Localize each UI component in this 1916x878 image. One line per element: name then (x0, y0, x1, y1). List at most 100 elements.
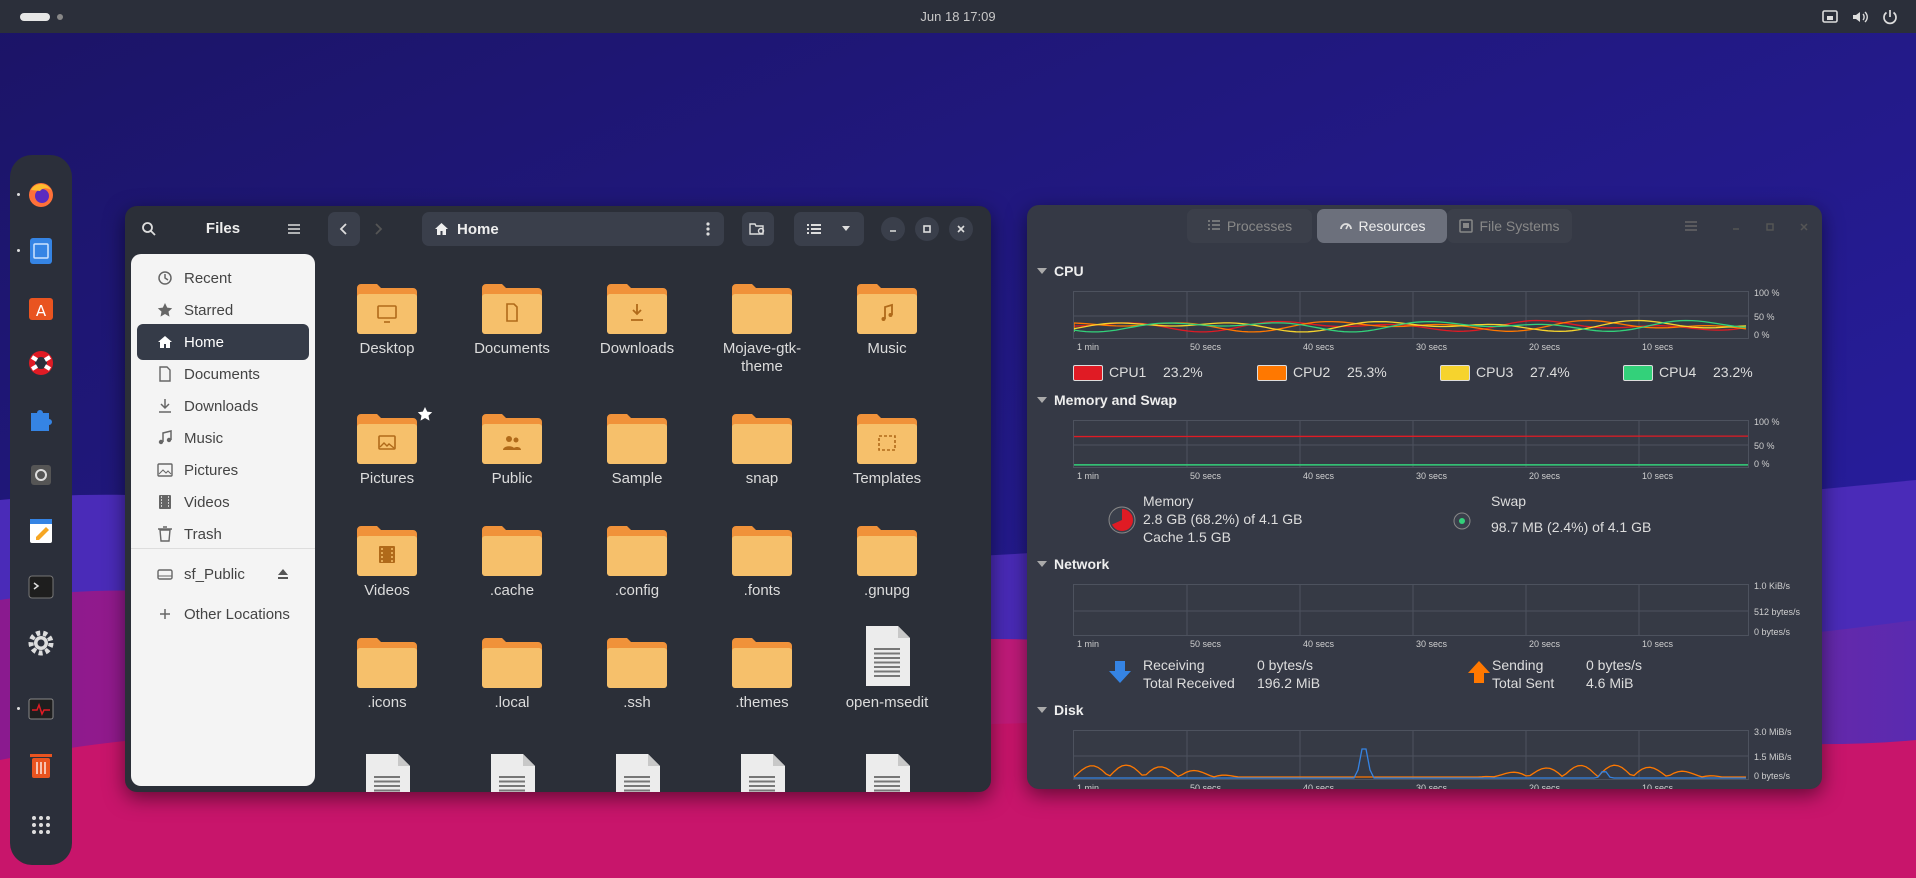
file-item-themes[interactable]: .themes (702, 636, 822, 712)
sidebar-item-label: Pictures (184, 461, 239, 479)
folder-icon (357, 284, 417, 334)
sidebar-item-music[interactable]: Music (137, 420, 309, 456)
sidebar-item-recent[interactable]: Recent (137, 260, 309, 296)
file-item-fonts[interactable]: .fonts (702, 524, 822, 600)
path-menu-button[interactable] (692, 212, 724, 246)
workspace-indicator[interactable] (57, 14, 63, 20)
cpu-color-swatch[interactable] (1073, 365, 1103, 381)
sidebar-item-sf-public[interactable]: sf_Public (137, 556, 309, 592)
file-item-partial[interactable] (327, 754, 447, 792)
file-item-partial[interactable] (577, 754, 697, 792)
sidebar-item-other-locations[interactable]: Other Locations (137, 596, 309, 632)
file-item-gnupg[interactable]: .gnupg (827, 524, 947, 600)
cpu-color-swatch[interactable] (1257, 365, 1287, 381)
sidebar-item-home[interactable]: Home (137, 324, 309, 360)
file-item-downloads[interactable]: Downloads (577, 282, 697, 358)
file-item-templates[interactable]: Templates (827, 412, 947, 488)
main-menu-button[interactable] (278, 212, 310, 246)
file-item-icons[interactable]: .icons (327, 636, 447, 712)
network-section-title[interactable]: Network (1036, 556, 1109, 572)
file-item-mojave-gtk-theme[interactable]: Mojave-gtk-theme (702, 282, 822, 376)
dock-files[interactable] (17, 233, 59, 269)
dock-firefox[interactable] (17, 177, 59, 213)
tab-processes[interactable]: Processes (1187, 209, 1312, 243)
search-location-button[interactable] (742, 212, 774, 246)
dock-help[interactable] (23, 345, 59, 381)
sidebar-item-downloads[interactable]: Downloads (137, 388, 309, 424)
folder-icon (482, 526, 542, 576)
file-item-label: open-msedit (845, 694, 929, 711)
volume-icon[interactable] (1850, 7, 1870, 27)
file-item-config[interactable]: .config (577, 524, 697, 600)
close-button[interactable] (949, 217, 973, 241)
file-item-music[interactable]: Music (827, 282, 947, 358)
dock-gnome-settings[interactable] (23, 625, 59, 661)
network-icon[interactable] (1820, 7, 1840, 27)
system-monitor-icon (28, 698, 54, 720)
activities-button[interactable] (20, 13, 50, 21)
sidebar-item-starred[interactable]: Starred (137, 292, 309, 328)
cpu-color-swatch[interactable] (1623, 365, 1653, 381)
view-options-button[interactable] (794, 212, 864, 246)
disk-icon (1459, 219, 1474, 233)
file-grid: Desktop Documents Downloads Mojave-gtk-them… (327, 254, 985, 792)
software-store-icon: A (29, 298, 53, 320)
dock-terminal[interactable] (23, 569, 59, 605)
dock-text-editor[interactable] (23, 513, 59, 549)
total-sent-value: 4.6 MiB (1586, 675, 1634, 691)
power-icon[interactable] (1880, 7, 1900, 27)
sidebar-item-pictures[interactable]: Pictures (137, 452, 309, 488)
file-item-videos[interactable]: Videos (327, 524, 447, 600)
file-item-snap[interactable]: snap (702, 412, 822, 488)
memory-section-title[interactable]: Memory and Swap (1037, 392, 1177, 408)
net-x-tick: 30 secs (1416, 639, 1448, 649)
dock-settings-app[interactable] (23, 457, 59, 493)
minimize-button[interactable] (881, 217, 905, 241)
file-item-local[interactable]: .local (452, 636, 572, 712)
sidebar-item-videos[interactable]: Videos (137, 484, 309, 520)
text-file-icon (616, 754, 660, 792)
file-item-documents[interactable]: Documents (452, 282, 572, 358)
file-item-desktop[interactable]: Desktop (327, 282, 447, 358)
maximize-button[interactable] (915, 217, 939, 241)
file-item-public[interactable]: Public (452, 412, 572, 488)
sysmon-close-button[interactable] (1792, 215, 1816, 239)
forward-button[interactable] (362, 212, 394, 246)
file-item-sample[interactable]: Sample (577, 412, 697, 488)
tab-label: Resources (1358, 218, 1426, 234)
app-grid-icon (32, 816, 50, 834)
path-bar[interactable]: Home (422, 212, 724, 246)
cpu-color-swatch[interactable] (1440, 365, 1470, 381)
dock-trash[interactable] (23, 747, 59, 783)
clock[interactable]: Jun 18 17:09 (920, 9, 995, 24)
eject-icon[interactable] (277, 568, 289, 580)
file-item-label: .icons (367, 694, 407, 711)
cpu-core-value: 23.2% (1163, 364, 1203, 380)
dock-software[interactable]: A (23, 289, 59, 325)
file-item-pictures[interactable]: Pictures (327, 407, 447, 488)
mem-x-tick: 20 secs (1529, 471, 1561, 481)
tab-file-systems[interactable]: File Systems (1447, 209, 1572, 243)
file-item-partial[interactable] (452, 754, 572, 792)
file-item-cache[interactable]: .cache (452, 524, 572, 600)
folder-icon (482, 414, 542, 464)
mem-y-tick: 100 % (1754, 417, 1780, 427)
file-item-partial[interactable] (827, 754, 947, 792)
disk-section-title[interactable]: Disk (1037, 702, 1084, 718)
file-item-ssh[interactable]: .ssh (577, 636, 697, 712)
sidebar-item-trash[interactable]: Trash (137, 516, 309, 552)
file-item-partial[interactable] (702, 754, 822, 792)
file-item-open-msedit[interactable]: open-msedit (827, 626, 947, 712)
sidebar-item-documents[interactable]: Documents (137, 356, 309, 392)
sysmon-maximize-button[interactable] (1758, 215, 1782, 239)
sysmon-menu-button[interactable] (1674, 209, 1708, 243)
show-apps-button[interactable] (23, 807, 59, 843)
cpu-section-title[interactable]: CPU (1037, 263, 1084, 279)
folder-icon (857, 414, 917, 464)
dock-extensions[interactable] (23, 401, 59, 437)
tab-resources[interactable]: Resources (1317, 209, 1447, 243)
back-button[interactable] (328, 212, 360, 246)
file-item-label: Sample (611, 470, 663, 487)
sysmon-minimize-button[interactable] (1724, 215, 1748, 239)
dock-system-monitor[interactable] (17, 691, 59, 727)
